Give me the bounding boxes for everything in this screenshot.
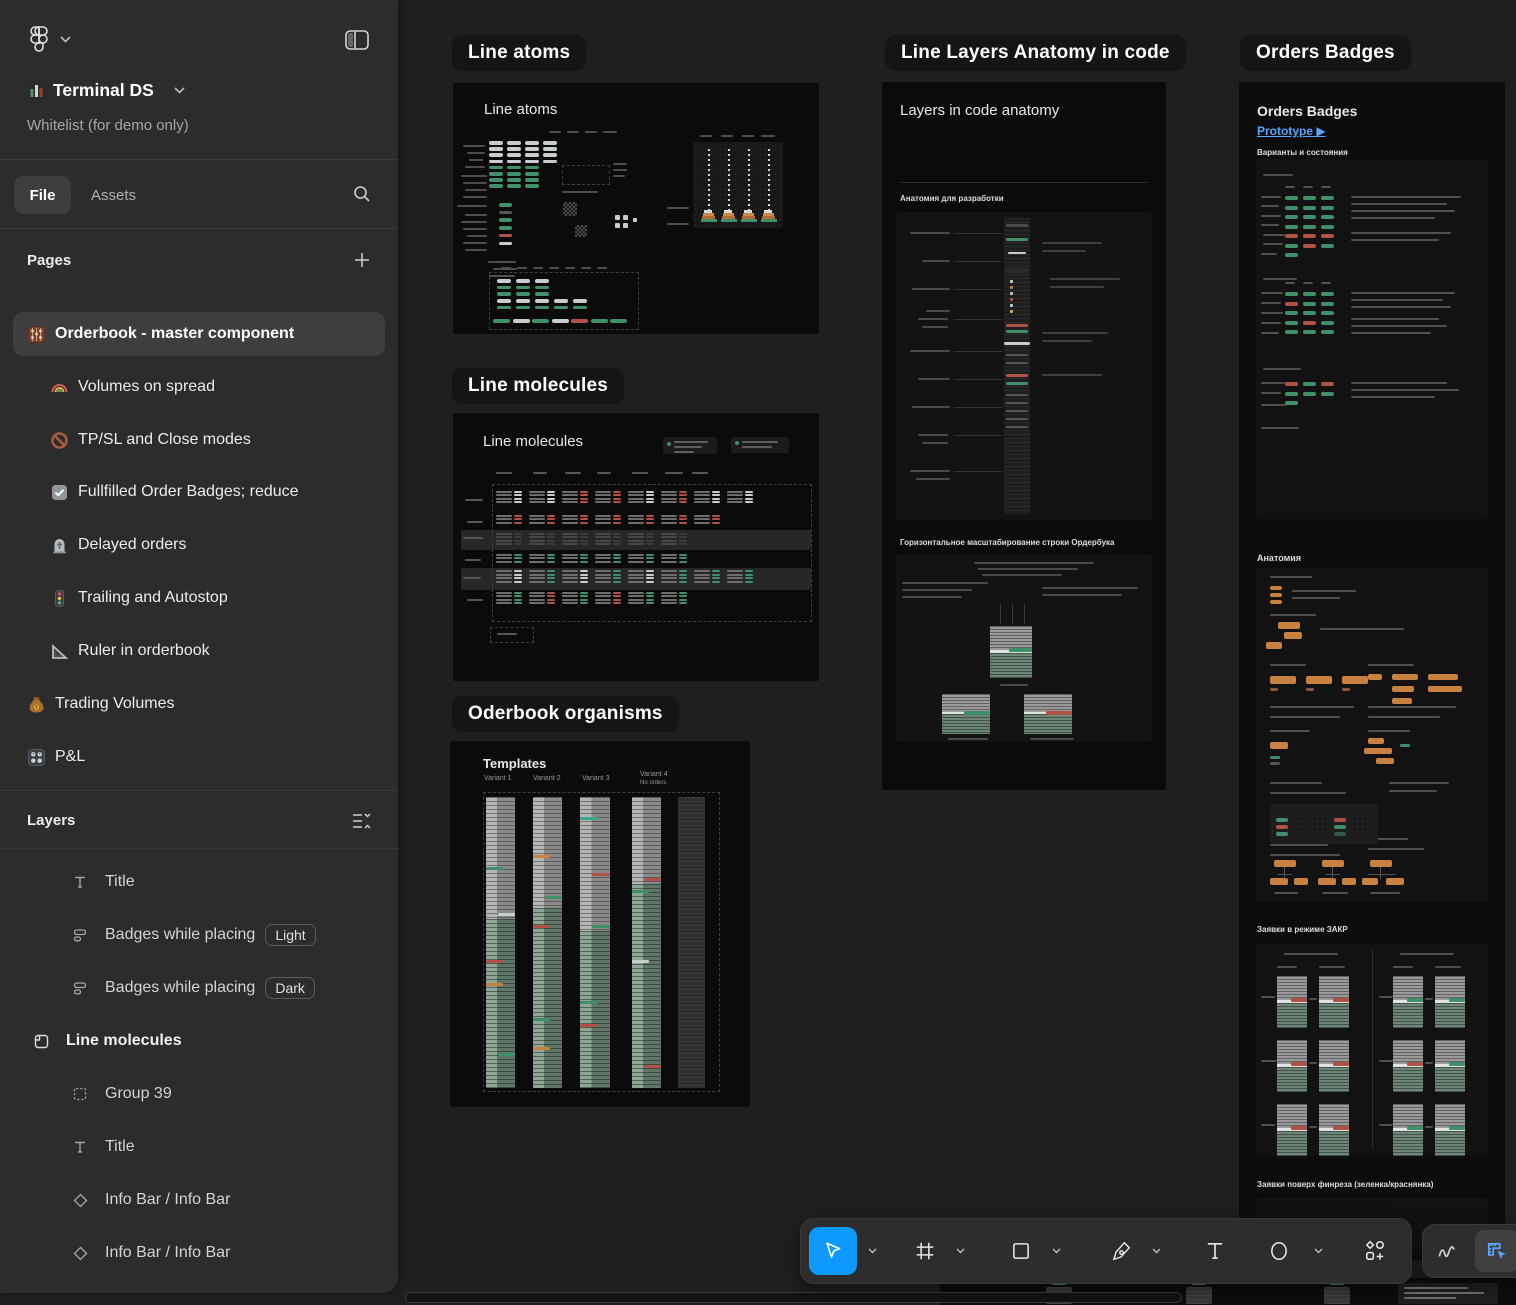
sidebar-item-page[interactable]: Fullfilled Order Badges; reduce (0, 470, 398, 514)
badge-icon (72, 980, 88, 996)
triangular-ruler-icon (50, 642, 69, 661)
anatomy-section-dev: Анатомия для разработки (900, 194, 1004, 203)
headstone-icon (50, 536, 69, 555)
move-tool-chevron[interactable] (865, 1227, 879, 1275)
file-subtitle: Whitelist (for demo only) (27, 117, 189, 134)
sidebar-item-page[interactable]: Ruler in orderbook (0, 629, 398, 673)
control-knobs-icon (27, 748, 46, 767)
sidebar-item-page[interactable]: Trailing and Autostop (0, 576, 398, 620)
prototype-link[interactable]: Prototype ▶ (1257, 124, 1326, 138)
layer-row[interactable]: Badges while placing Light (0, 913, 398, 957)
frame-orders-badges[interactable]: Orders Badges Prototype ▶ Варианты и сос… (1239, 82, 1505, 1260)
variant-tag: Light (265, 924, 316, 946)
instance-icon (72, 1192, 89, 1209)
frame-layers-anatomy[interactable]: Layers in code anatomy Анатомия для разр… (882, 82, 1166, 790)
pages-header: Pages (27, 252, 72, 269)
toolbar (800, 1218, 1412, 1284)
tab-assets[interactable]: Assets (91, 176, 136, 214)
anatomy-section-hscale: Горизонтальное масштабирование строки Ор… (900, 538, 1115, 547)
frame-title-layers-anatomy: Layers in code anatomy (900, 102, 1060, 119)
orders-section-anatomy: Анатомия (1257, 553, 1302, 563)
frame-line-atoms[interactable]: Line atoms (453, 83, 819, 334)
variant-tag: Dark (265, 977, 315, 999)
text-icon (72, 1139, 88, 1155)
layer-row-instance[interactable]: Info Bar / Info Bar (0, 1178, 398, 1222)
frame-title-orders-badges: Orders Badges (1257, 103, 1358, 119)
layer-row-component[interactable]: Line Hover (0, 1284, 398, 1293)
chart-thumbnail-icon (28, 82, 45, 99)
text-tool[interactable] (1199, 1227, 1231, 1275)
section-label-line-atoms[interactable]: Line atoms (452, 35, 587, 71)
frame-tool-chevron[interactable] (953, 1227, 967, 1275)
layer-row[interactable]: Group 39 (0, 1072, 398, 1116)
dev-mode-toggle[interactable] (1475, 1230, 1516, 1272)
sidebar: Terminal DS Whitelist (for demo only) Fi… (0, 0, 398, 1293)
group-icon (72, 1086, 88, 1102)
tab-file[interactable]: File (14, 176, 71, 214)
layer-row-section[interactable]: Line molecules (0, 1019, 398, 1063)
add-page-button[interactable] (352, 250, 372, 270)
search-icon[interactable] (352, 184, 372, 204)
ellipse-tool[interactable] (1263, 1227, 1295, 1275)
section-label-orderbook-organisms[interactable]: Oderbook organisms (452, 696, 679, 732)
sidebar-item-page[interactable]: Volumes on spread (0, 365, 398, 409)
badge-icon (72, 927, 88, 943)
orders-section-zakr: Заявки в режиме ЗАКР (1257, 925, 1348, 934)
section-label-line-molecules[interactable]: Line molecules (452, 368, 625, 404)
toolbar-right-group (1422, 1224, 1516, 1278)
traffic-light-icon (50, 589, 69, 608)
section-label-orders-badges[interactable]: Orders Badges (1240, 35, 1411, 71)
section-label-line-layers-anatomy[interactable]: Line Layers Anatomy in code (885, 35, 1186, 71)
layers-header: Layers (27, 812, 76, 829)
variant-label: Variant 3 (582, 775, 610, 782)
frame-title-templates: Templates (483, 756, 547, 771)
variant-label: Variant 2 (533, 775, 561, 782)
move-tool[interactable] (809, 1227, 857, 1275)
figma-logo-icon (28, 26, 50, 52)
variant-label: Variant 4 (640, 771, 668, 778)
text-icon (72, 874, 88, 890)
horizontal-scrollbar[interactable] (405, 1292, 1182, 1303)
layer-row[interactable]: Title (0, 860, 398, 904)
sidebar-item-page[interactable]: Trading Volumes (0, 682, 398, 726)
abacus-icon (27, 325, 46, 344)
toggle-sidebar-button[interactable] (344, 28, 370, 52)
file-name: Terminal DS (53, 80, 154, 100)
frame-orderbook-organisms[interactable]: Templates Variant 1 Variant 2 Variant 3 … (450, 741, 750, 1107)
frame-title-line-molecules: Line molecules (483, 433, 584, 450)
orders-section-variants: Варианты и состояния (1257, 148, 1348, 157)
sidebar-item-page[interactable]: TP/SL and Close modes (0, 418, 398, 462)
layer-row-instance[interactable]: Info Bar / Info Bar (0, 1231, 398, 1275)
main-menu-button[interactable] (28, 26, 71, 52)
sidebar-item-page[interactable]: P&L (0, 735, 398, 779)
variant-note: No orders (640, 780, 667, 786)
file-title[interactable]: Terminal DS (28, 80, 185, 101)
play-icon: ▶ (1316, 124, 1326, 138)
prohibited-icon (50, 431, 69, 450)
frame-tool[interactable] (909, 1227, 941, 1275)
layer-row[interactable]: Badges while placing Dark (0, 966, 398, 1010)
rainbow-icon (50, 378, 69, 397)
orders-section-finrez: Заявки поверх финреза (зеленка/краснянка… (1257, 1180, 1434, 1189)
sidebar-item-page[interactable]: Orderbook - master component (0, 312, 398, 356)
pen-tool[interactable] (1105, 1227, 1137, 1275)
rectangle-tool[interactable] (1005, 1227, 1037, 1275)
money-bag-icon (27, 695, 46, 714)
layer-row[interactable]: Title (0, 1125, 398, 1169)
frame-line-molecules[interactable]: Line molecules Больше не используем «сло… (453, 413, 819, 681)
section-icon (33, 1033, 50, 1050)
instance-icon (72, 1245, 89, 1262)
collapse-layers-icon[interactable] (350, 810, 372, 832)
rectangle-tool-chevron[interactable] (1049, 1227, 1063, 1275)
checkbox-icon (50, 483, 69, 502)
sidebar-item-page[interactable]: Delayed orders (0, 523, 398, 567)
draw-tool[interactable] (1431, 1227, 1463, 1275)
chevron-down-icon (60, 35, 71, 43)
frame-title-line-atoms: Line atoms (484, 101, 558, 118)
chevron-down-icon (174, 87, 185, 94)
actions-tool[interactable] (1359, 1227, 1391, 1275)
pen-tool-chevron[interactable] (1149, 1227, 1163, 1275)
variant-label: Variant 1 (484, 775, 512, 782)
ellipse-tool-chevron[interactable] (1311, 1227, 1325, 1275)
